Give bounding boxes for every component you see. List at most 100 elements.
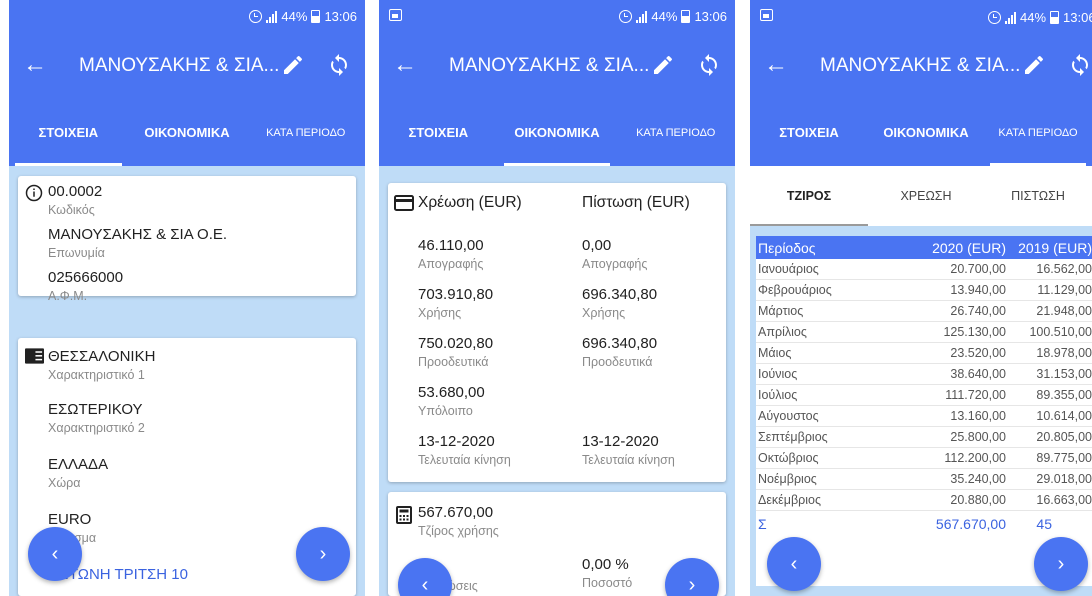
percent: 0,00 % Ποσοστό xyxy=(582,556,633,590)
tab-financials[interactable]: ΟΙΚΟΝΟΜΙΚΑ xyxy=(868,99,984,166)
field-char1: ΘΕΣΣΑΛΟΝΙΚΗ Χαρακτηριστικό 1 xyxy=(48,348,156,382)
signal-icon xyxy=(636,10,648,23)
app-bar: ← ΜΑΝΟΥΣΑΚΗΣ & ΣΙΑ... xyxy=(750,33,1092,99)
field-country: ΕΛΛΑΔΑ Χώρα xyxy=(48,456,109,490)
main-tabs: ΣΤΟΙΧΕΙΑ ΟΙΚΟΝΟΜΙΚΑ ΚΑΤΑ ΠΕΡΙΟΔΟ xyxy=(750,99,1092,166)
cell-2019: 89.775,00 xyxy=(1036,451,1092,465)
battery-icon xyxy=(311,10,321,23)
cell-2020: 38.640,00 xyxy=(950,367,1006,381)
clock: 13:06 xyxy=(324,9,357,24)
cell-2020: 23.520,00 xyxy=(950,346,1006,360)
cell-period: Ιούνιος xyxy=(758,367,798,381)
cell-2019: 20.805,00 xyxy=(1036,430,1092,444)
cell-2019: 16.663,00 xyxy=(1036,493,1092,507)
debit-header: Χρέωση (EUR) xyxy=(418,194,522,211)
back-arrow-icon[interactable]: ← xyxy=(764,51,788,79)
cell-2020: 25.800,00 xyxy=(950,430,1006,444)
cell-period: Ιούλιος xyxy=(758,388,798,402)
table-header: Περίοδος 2020 (EUR) 2019 (EUR) xyxy=(756,236,1092,259)
sync-icon[interactable] xyxy=(327,53,351,77)
table-row: Απρίλιος 125.130,00 100.510,00 xyxy=(756,322,1092,343)
page-title: ΜΑΝΟΥΣΑΚΗΣ & ΣΙΑ... xyxy=(449,55,650,76)
subtab-credit[interactable]: ΠΙΣΤΩΣΗ xyxy=(984,166,1092,226)
battery-percent: 44% xyxy=(1020,10,1047,25)
cell-2020: 125.130,00 xyxy=(943,325,1006,339)
credit-last-movement: 13-12-2020 Τελευταία κίνηση xyxy=(582,433,675,467)
table-row: Σεπτέμβριος 25.800,00 20.805,00 xyxy=(756,427,1092,448)
status-bar: 44% 13:06 xyxy=(379,0,735,33)
clock: 13:06 xyxy=(1063,10,1092,25)
pencil-icon[interactable] xyxy=(1022,53,1046,77)
pencil-icon[interactable] xyxy=(281,53,305,77)
tab-details[interactable]: ΣΤΟΙΧΕΙΑ xyxy=(750,99,868,166)
cell-2019: 21.948,00 xyxy=(1036,304,1092,318)
field-vat: 025666000 Α.Φ.Μ. xyxy=(48,269,124,303)
cell-period: Οκτώβριος xyxy=(758,451,819,465)
battery-icon xyxy=(681,10,691,23)
cell-2019: 31.153,00 xyxy=(1036,367,1092,381)
subtab-turnover[interactable]: ΤΖΙΡΟΣ xyxy=(750,166,868,226)
table-row: Ιανουάριος 20.700,00 16.562,00 xyxy=(756,259,1092,280)
screen-financials: 44% 13:06 ← ΜΑΝΟΥΣΑΚΗΣ & ΣΙΑ... ΣΤΟΙΧΕΙΑ… xyxy=(379,0,735,596)
cell-2019: 100.510,00 xyxy=(1029,325,1092,339)
back-arrow-icon[interactable]: ← xyxy=(393,51,417,79)
credit-cumulative: 696.340,80 Προοδευτικά xyxy=(582,335,658,369)
balances-card: Χρέωση (EUR) Πίστωση (EUR) 46.110,00 Απο… xyxy=(388,183,726,482)
main-tabs: ΣΤΟΙΧΕΙΑ ΟΙΚΟΝΟΜΙΚΑ ΚΑΤΑ ΠΕΡΙΟΔΟ xyxy=(379,99,735,166)
battery-percent: 44% xyxy=(651,9,678,24)
sync-icon[interactable] xyxy=(1068,53,1092,77)
app-bar: ← ΜΑΝΟΥΣΑΚΗΣ & ΣΙΑ... xyxy=(379,33,735,99)
table-total-row: Σ 567.670,00 45 xyxy=(758,516,1052,532)
debit-last-movement: 13-12-2020 Τελευταία κίνηση xyxy=(418,433,511,467)
clock: 13:06 xyxy=(694,9,727,24)
subtab-debit[interactable]: ΧΡΕΩΣΗ xyxy=(868,166,984,226)
status-bar: 44% 13:06 xyxy=(750,0,1092,33)
cell-period: Φεβρουάριος xyxy=(758,283,832,297)
table-row: Οκτώβριος 112.200,00 89.775,00 xyxy=(756,448,1092,469)
cell-2019: 16.562,00 xyxy=(1036,262,1092,276)
alarm-icon xyxy=(249,10,263,23)
cell-period: Νοέμβριος xyxy=(758,472,817,486)
prev-button[interactable]: ‹ xyxy=(28,527,82,581)
identity-card: 00.0002 Κωδικός ΜΑΝΟΥΣΑΚΗΣ & ΣΙΑ Ο.Ε. Επ… xyxy=(18,176,356,303)
next-button[interactable]: › xyxy=(1034,537,1088,591)
cell-2019: 10.614,00 xyxy=(1036,409,1092,423)
turnover: 567.670,00 Τζίρος χρήσης xyxy=(418,504,499,538)
tab-financials[interactable]: ΟΙΚΟΝΟΜΙΚΑ xyxy=(498,99,617,166)
field-name: ΜΑΝΟΥΣΑΚΗΣ & ΣΙΑ Ο.Ε. Επωνυμία xyxy=(48,226,228,260)
cell-2019: 11.129,00 xyxy=(1037,283,1092,297)
balance: 53.680,00 Υπόλοιπο xyxy=(418,384,485,418)
status-bar: 44% 13:06 xyxy=(9,0,365,33)
debit-inventory: 46.110,00 Απογραφής xyxy=(418,237,484,271)
cell-period: Μάιος xyxy=(758,346,792,360)
tab-by-period[interactable]: ΚΑΤΑ ΠΕΡΙΟΔΟ xyxy=(984,99,1092,166)
back-arrow-icon[interactable]: ← xyxy=(23,51,47,79)
tab-financials[interactable]: ΟΙΚΟΝΟΜΙΚΑ xyxy=(128,99,247,166)
period-subtabs: ΤΖΙΡΟΣ ΧΡΕΩΣΗ ΠΙΣΤΩΣΗ xyxy=(750,166,1092,226)
page-title: ΜΑΝΟΥΣΑΚΗΣ & ΣΙΑ... xyxy=(79,55,280,76)
battery-percent: 44% xyxy=(281,9,308,24)
tab-by-period[interactable]: ΚΑΤΑ ΠΕΡΙΟΔΟ xyxy=(616,99,735,166)
cell-period: Δεκέμβριος xyxy=(758,493,822,507)
table-row: Φεβρουάριος 13.940,00 11.129,00 xyxy=(756,280,1092,301)
cell-2020: 111.720,00 xyxy=(945,388,1006,402)
credit-header: Πίστωση (EUR) xyxy=(582,194,690,211)
screen-details: 44% 13:06 ← ΜΑΝΟΥΣΑΚΗΣ & ΣΙΑ... ΣΤΟΙΧΕΙΑ… xyxy=(9,0,365,596)
info-icon xyxy=(25,184,43,202)
cell-2020: 112.200,00 xyxy=(944,451,1006,465)
next-button[interactable]: › xyxy=(296,527,350,581)
pencil-icon[interactable] xyxy=(651,53,675,77)
cell-period: Αύγουστος xyxy=(758,409,819,423)
sync-icon[interactable] xyxy=(697,53,721,77)
tab-by-period[interactable]: ΚΑΤΑ ΠΕΡΙΟΔΟ xyxy=(246,99,365,166)
cell-2020: 13.940,00 xyxy=(950,283,1006,297)
alarm-icon xyxy=(988,11,1001,24)
table-body: Ιανουάριος 20.700,00 16.562,00 Φεβρουάριος 1… xyxy=(756,259,1092,511)
tab-details[interactable]: ΣΤΟΙΧΕΙΑ xyxy=(379,99,498,166)
table-row: Ιούνιος 38.640,00 31.153,00 xyxy=(756,364,1092,385)
prev-button[interactable]: ‹ xyxy=(767,537,821,591)
tab-details[interactable]: ΣΤΟΙΧΕΙΑ xyxy=(9,99,128,166)
field-code: 00.0002 Κωδικός xyxy=(48,183,103,217)
cell-2020: 20.880,00 xyxy=(950,493,1006,507)
cell-2020: 26.740,00 xyxy=(950,304,1006,318)
